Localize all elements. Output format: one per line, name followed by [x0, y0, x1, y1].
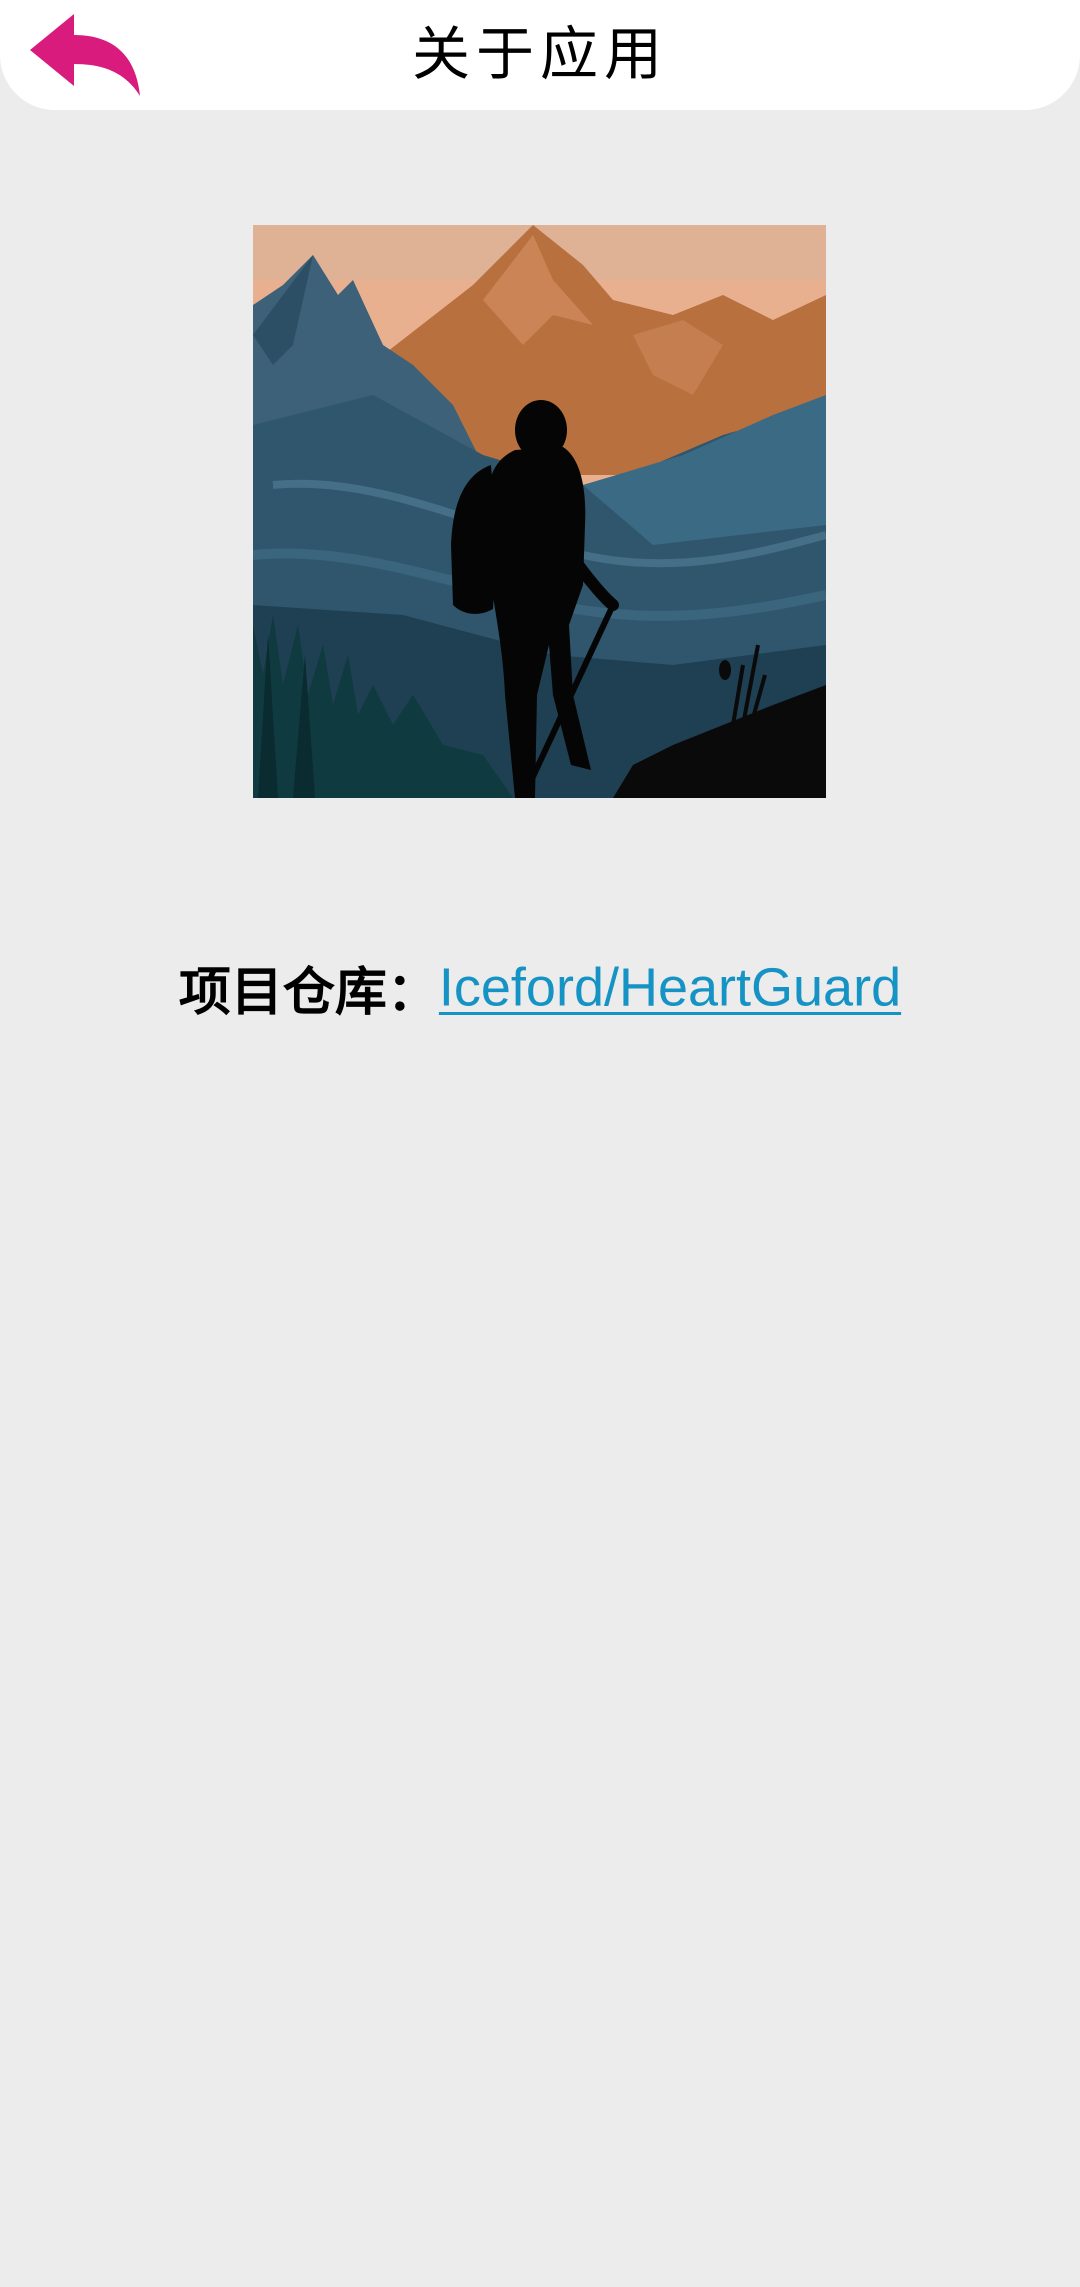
top-bar: 关于应用 [0, 0, 1080, 110]
repo-label: 项目仓库： [178, 963, 439, 1023]
repo-link[interactable]: Iceford/HeartGuard [439, 958, 901, 1018]
hiker-mountain-illustration [253, 225, 826, 798]
repo-line: 项目仓库：Iceford/HeartGuard [0, 950, 1080, 1025]
page-title: 关于应用 [411, 20, 668, 88]
